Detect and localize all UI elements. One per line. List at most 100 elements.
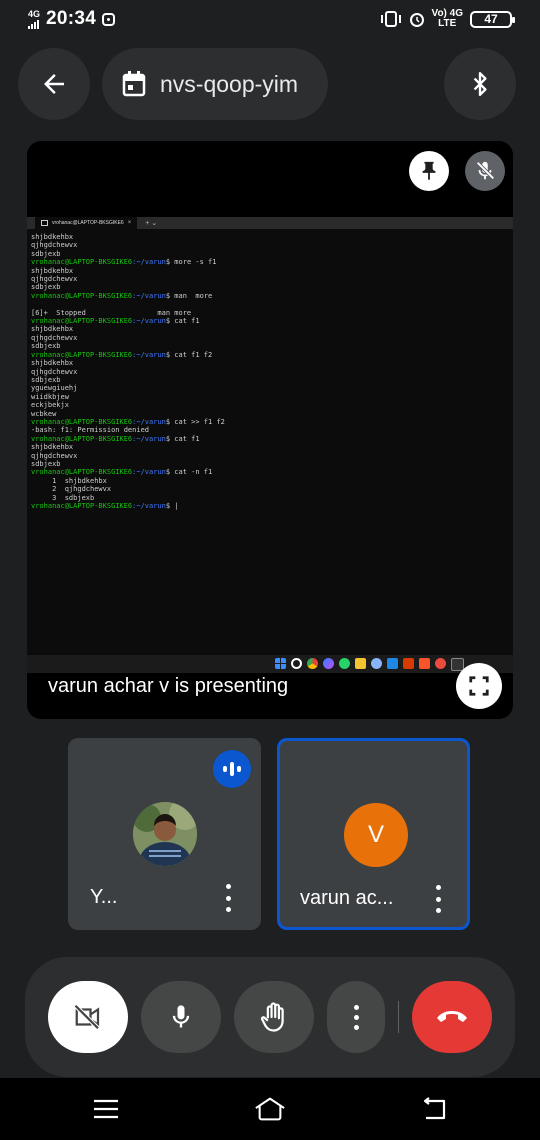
terminal-line: vrohanac@LAPTOP-BKSGIKE6:~/varun$ cat f1: [31, 317, 513, 325]
meeting-info-button[interactable]: nvs-qoop-yim: [102, 48, 328, 120]
prompt-command: $ cat f1: [165, 317, 200, 326]
raise-hand-button[interactable]: [234, 981, 314, 1053]
presentation-view[interactable]: vrohanac@LAPTOP-BKSGIKE6 × + ⌄ shjbdkehb…: [27, 141, 513, 719]
bluetooth-icon: [473, 71, 487, 97]
prompt-user: vrohanac@LAPTOP-BKSGIKE6: [31, 502, 133, 510]
mic-icon: [172, 1005, 190, 1028]
whatsapp-icon: [339, 658, 350, 669]
terminal-line: sdbjexb: [31, 283, 61, 292]
terminal-line: vrohanac@LAPTOP-BKSGIKE6:~/varun$ cat f1: [31, 435, 513, 443]
terminal-output: shjbdkehbx qjhgdchewvx sdbjexb vrohanac@LAP…: [27, 229, 513, 510]
terminal-tab[interactable]: vrohanac@LAPTOP-BKSGIKE6 ×: [35, 217, 138, 229]
meeting-code: nvs-qoop-yim: [160, 70, 299, 97]
terminal-line: vrohanac@LAPTOP-BKSGIKE6:~/varun$ cat >>…: [31, 418, 513, 426]
back-nav-button[interactable]: [418, 1094, 450, 1124]
app-icon: [435, 658, 446, 669]
folder-icon: [355, 658, 366, 669]
prompt-path: :~/varun: [132, 502, 166, 510]
terminal-line: 3 sdbjexb: [31, 493, 95, 502]
office-icon: [403, 658, 414, 669]
arrow-left-icon: [44, 74, 64, 94]
raise-hand-icon: [260, 1002, 284, 1032]
vscode-icon: [387, 658, 398, 669]
prompt-path: :~/varun: [132, 258, 166, 267]
bluetooth-button[interactable]: [444, 48, 516, 120]
home-button[interactable]: [254, 1094, 286, 1124]
prompt-command: $ |: [165, 502, 179, 510]
signal-icon: [28, 19, 39, 29]
battery-icon: 47: [470, 10, 515, 28]
prompt-user: vrohanac@LAPTOP-BKSGIKE6: [31, 317, 133, 326]
mic-off-icon: [476, 161, 495, 180]
shared-terminal-window: vrohanac@LAPTOP-BKSGIKE6 × + ⌄ shjbdkehb…: [27, 217, 513, 657]
terminal-line: shjbdkehbx: [31, 359, 74, 368]
end-call-icon: [437, 1011, 467, 1022]
prompt-user: vrohanac@LAPTOP-BKSGIKE6: [31, 434, 133, 443]
terminal-line: shjbdkehbx: [31, 233, 74, 241]
menu-icon: [94, 1099, 118, 1119]
clock: 20:34: [46, 8, 97, 29]
terminal-line: vrohanac@LAPTOP-BKSGIKE6:~/varun$ cat f1…: [31, 351, 513, 359]
system-nav-bar: [0, 1078, 540, 1140]
participant-avatar: V: [344, 803, 408, 867]
terminal-line: [6]+ Stopped man more: [31, 308, 192, 317]
terminal-line: wcbkew: [31, 409, 57, 418]
windows-taskbar: [27, 655, 513, 673]
search-icon: [291, 658, 302, 669]
more-options-button[interactable]: [327, 981, 385, 1053]
calendar-icon: [122, 71, 146, 97]
back-button[interactable]: [18, 48, 90, 120]
camera-toggle-button[interactable]: [48, 981, 128, 1053]
recent-apps-button[interactable]: [90, 1094, 122, 1124]
terminal-line: qjhgdchewvx: [31, 451, 78, 460]
volte-indicator: Vo) 4G LTE: [431, 8, 463, 29]
terminal-line: qjhgdchewvx: [31, 275, 78, 284]
prompt-path: :~/varun: [132, 350, 166, 359]
prompt-user: vrohanac@LAPTOP-BKSGIKE6: [31, 417, 133, 426]
terminal-line: shjbdkehbx: [31, 266, 74, 275]
home-icon: [255, 1097, 285, 1121]
prompt-user: vrohanac@LAPTOP-BKSGIKE6: [31, 291, 133, 300]
alarm-icon: [409, 13, 424, 27]
presenting-label: varun achar v is presenting: [48, 675, 289, 697]
terminal-line: shjbdkehbx: [31, 443, 74, 452]
copilot-icon: [323, 658, 334, 669]
controls-divider: [398, 1001, 399, 1033]
terminal-line: sdbjexb: [31, 249, 61, 258]
participant-tile-active[interactable]: V varun ac...: [277, 738, 470, 930]
terminal-new-tab[interactable]: + ⌄: [145, 219, 157, 227]
terminal-line: sdbjexb: [31, 375, 61, 384]
terminal-line: qjhgdchewvx: [31, 241, 78, 250]
prompt-path: :~/varun: [132, 468, 166, 477]
participant-name: varun ac...: [300, 887, 394, 909]
prompt-path: :~/varun: [132, 417, 166, 426]
participant-options-button[interactable]: [433, 885, 443, 913]
prompt-command: $ cat f1: [165, 434, 200, 443]
terminal-tab-close[interactable]: ×: [128, 220, 132, 226]
chrome-icon: [307, 658, 318, 669]
participant-options-button[interactable]: [223, 884, 233, 912]
settings-icon: [371, 658, 382, 669]
camera-off-icon: [73, 1004, 100, 1030]
back-icon: [423, 1097, 446, 1120]
presenter-muted-button[interactable]: [465, 151, 505, 191]
end-call-button[interactable]: [412, 981, 492, 1053]
participant-name: Y...: [90, 886, 118, 908]
participant-avatar: [133, 802, 197, 866]
terminal-line: vrohanac@LAPTOP-BKSGIKE6:~/varun$ |: [31, 502, 513, 510]
terminal-line: yguewgiuehj: [31, 384, 78, 393]
terminal-line: sdbjexb: [31, 342, 61, 351]
more-vert-icon: [353, 1004, 359, 1030]
fullscreen-button[interactable]: [456, 663, 502, 709]
terminal-line: 2 qjhgdchewvx: [31, 485, 112, 494]
windows-start-icon: [275, 658, 286, 669]
participant-tile[interactable]: Y...: [68, 738, 261, 930]
vibrate-icon: [380, 11, 401, 27]
notification-icon: [102, 12, 116, 26]
pin-button[interactable]: [409, 151, 449, 191]
prompt-user: vrohanac@LAPTOP-BKSGIKE6: [31, 350, 133, 359]
mic-toggle-button[interactable]: [141, 981, 221, 1053]
prompt-user: vrohanac@LAPTOP-BKSGIKE6: [31, 468, 133, 477]
prompt-path: :~/varun: [132, 317, 166, 326]
